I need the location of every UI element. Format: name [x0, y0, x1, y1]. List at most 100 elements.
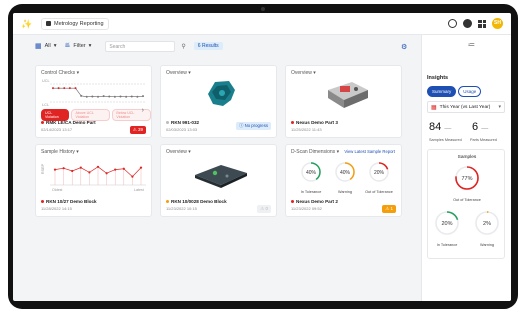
chevron-down-icon: ▾ — [88, 43, 92, 49]
date-range-label: This Year (vs Last Year) — [439, 104, 491, 110]
control-point — [125, 95, 128, 98]
y-axis-label: RSEP — [41, 163, 46, 175]
part-date: 11/25/2022 11:43 — [291, 127, 322, 132]
all-dropdown[interactable]: ▦ All ▾ — [35, 42, 57, 50]
card-title[interactable]: Overview ▾ — [291, 70, 316, 76]
ring-in-tolerance: 20% In Tolerance — [432, 210, 462, 247]
top-bar-actions: SH — [448, 18, 503, 29]
ring-chart: 40% — [335, 162, 355, 182]
control-point — [57, 87, 60, 90]
view-report-link[interactable]: View Latest Sample Report — [344, 149, 395, 154]
card-sample-history[interactable]: Sample History ▾ RSEP Oldest Latest RKN … — [35, 144, 152, 217]
card-title[interactable]: Overview ▾ — [166, 149, 191, 155]
history-point — [53, 168, 57, 171]
card-status-dimensions[interactable]: D-Scan Dimensions ▾ View Latest Sample R… — [285, 144, 402, 217]
history-point — [88, 171, 91, 174]
ring-chart: 20% — [369, 162, 389, 182]
ring-chart: 40% — [301, 162, 321, 182]
apps-grid-icon[interactable] — [478, 19, 486, 28]
svg-text:20%: 20% — [374, 170, 385, 176]
insights-toggle-icon[interactable]: ≔ — [468, 41, 475, 49]
parts-measured-label: Parts Measured — [470, 138, 497, 142]
part-name: Nexus Demo Part 3 — [291, 120, 338, 125]
ring-out-of-tolerance: 20% Out of Tolerance — [364, 161, 394, 194]
control-point — [97, 95, 99, 98]
ring-label: Out of Tolerance — [365, 190, 393, 194]
part-model-image — [195, 165, 247, 188]
status-badge: ⚠ 0 — [257, 205, 271, 213]
control-point — [136, 95, 139, 98]
results-badge: 6 Results — [193, 42, 223, 50]
calendar-icon: ▦ — [35, 43, 42, 50]
filter-button[interactable]: ≝ Filter ▾ — [65, 42, 92, 50]
ring-chart: 77% — [455, 166, 479, 190]
part-name: RKN 10/27 Demo Block — [41, 199, 97, 204]
app-title: Metrology Reporting — [54, 20, 104, 27]
part-model-image — [208, 81, 235, 106]
app-logo-icon[interactable]: ✨ — [21, 19, 32, 28]
x-label-latest: Latest — [134, 188, 144, 192]
history-point — [79, 166, 82, 169]
chevron-right-icon[interactable]: › — [142, 107, 144, 114]
app-tab[interactable]: Metrology Reporting — [41, 17, 109, 30]
settings-gear-icon[interactable]: ⚙ — [401, 43, 407, 51]
search-input[interactable]: Search — [105, 40, 176, 52]
insights-panel: ≔ Insights Summary Usage ▦ This Year (vs… — [421, 35, 511, 301]
samples-title: Samples — [457, 155, 477, 160]
card-title[interactable]: Sample History ▾ — [41, 149, 79, 155]
parts-measured-value: 6 — — [472, 121, 489, 133]
ucl-label: UCL — [42, 79, 50, 83]
part-model-image — [328, 82, 368, 108]
svg-text:2%: 2% — [483, 221, 491, 227]
card-title[interactable]: Overview ▾ — [166, 70, 191, 76]
control-point — [74, 87, 77, 90]
card-title[interactable]: D-Scan Dimensions ▾ — [291, 149, 339, 155]
part-date: 02/03/2023 13:03 — [166, 127, 198, 132]
insights-title: Insights — [427, 75, 449, 81]
control-point — [85, 95, 88, 98]
app-tab-icon — [46, 21, 51, 26]
history-point — [122, 167, 125, 170]
help-icon[interactable] — [463, 19, 472, 28]
control-point — [68, 87, 71, 90]
chip-below-ucl[interactable]: Below UCL Violation — [112, 109, 151, 121]
filter-toolbar: ▦ All ▾ ≝ Filter ▾ Search ⚲ 6 Results — [13, 35, 421, 57]
part-date: 11/23/2022 10:15 — [166, 206, 197, 211]
tab-summary[interactable]: Summary — [427, 86, 457, 97]
brightness-icon[interactable] — [448, 19, 457, 28]
card-overview-3[interactable]: Overview ▾ RKN 10/0028 Demo Block 11/23/… — [160, 144, 277, 217]
history-point — [114, 168, 117, 171]
ring-chart: 20% — [435, 211, 459, 235]
calendar-icon: ▦ — [431, 104, 437, 111]
date-range-select[interactable]: ▦ This Year (vs Last Year) ▾ — [427, 101, 505, 113]
avatar[interactable]: SH — [492, 18, 503, 29]
history-chart — [50, 165, 146, 186]
ring-in-tolerance: 40% In Tolerance — [296, 161, 326, 194]
history-point — [105, 172, 108, 175]
all-dropdown-label: All — [44, 43, 51, 49]
part-date: 02/14/2023 13:17 — [41, 127, 73, 132]
chevron-down-icon: ▾ — [498, 104, 501, 110]
search-icon[interactable]: ⚲ — [181, 43, 185, 50]
part-name: RMK LE/CA Demo Part — [41, 120, 96, 125]
part-date: 11/28/2022 14:15 — [41, 206, 72, 211]
part-name: RKN 10/0028 Demo Block — [166, 199, 227, 204]
camera-dot — [261, 7, 265, 11]
ring-warning: 40% Warning — [330, 161, 360, 194]
tab-usage[interactable]: Usage — [458, 86, 482, 97]
card-control-checks[interactable]: Control Checks ▾ UCL LCL UCL Violation A… — [35, 65, 152, 138]
svg-text:77%: 77% — [461, 176, 472, 182]
ring-out-of-tolerance: 77% Out of Tolerance — [453, 165, 481, 202]
history-point — [96, 165, 100, 168]
history-point — [131, 175, 134, 178]
part-name: RKN 991-032 — [166, 120, 199, 125]
control-point — [80, 94, 83, 97]
card-overview-2[interactable]: Overview ▾ Nexus Demo Part 3 11/25/2022 … — [285, 65, 402, 138]
svg-text:20%: 20% — [441, 221, 452, 227]
history-point — [71, 169, 74, 173]
part-name: Nexus Demo Part 2 — [291, 199, 338, 204]
ring-label: In Tolerance — [300, 190, 322, 194]
card-overview-1[interactable]: Overview ▾ RKN 991-032 02/03/2023 13:03 … — [160, 65, 277, 138]
svg-text:40%: 40% — [306, 170, 317, 176]
insights-tabs: Summary Usage — [427, 86, 482, 97]
